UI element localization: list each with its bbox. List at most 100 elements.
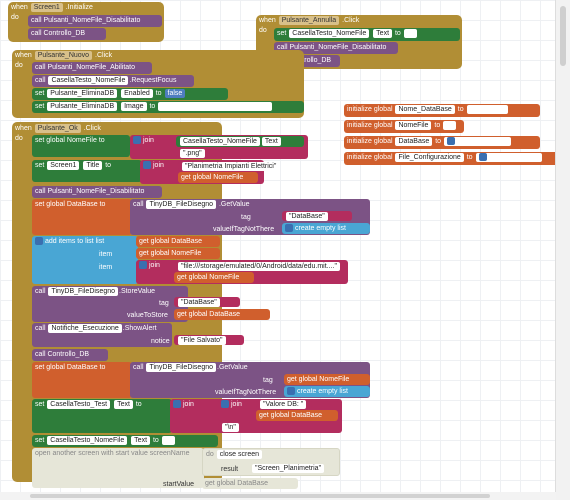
set-casellatesto-nomefile-block[interactable]: set CasellaTesto_NomeFile Text to " "	[32, 435, 218, 447]
global-init-nome-database[interactable]: initialize global Nome_DataBase to "Data…	[344, 104, 540, 117]
text-value[interactable]: ".png"	[176, 148, 216, 158]
text-value[interactable]: " "	[443, 121, 457, 130]
property-dropdown[interactable]: Image	[121, 102, 147, 111]
horizontal-scrollbar[interactable]	[0, 492, 556, 500]
call-block[interactable]: call Pulsanti_NomeFile_Disabilitato	[32, 186, 162, 198]
when-label: when	[15, 125, 32, 132]
method-name: .RequestFocus	[129, 77, 177, 84]
boolean-value[interactable]: false	[164, 89, 186, 98]
global-init-file-configurazione[interactable]: initialize global File_Configurazione to…	[344, 152, 558, 165]
component-dropdown[interactable]: Pulsante_EliminaDB	[47, 89, 118, 98]
gear-icon[interactable]	[139, 261, 147, 270]
text-value[interactable]: "File Salvato"	[174, 335, 244, 345]
get-global-nomefile[interactable]: get global NomeFile	[178, 172, 258, 183]
set-image-block[interactable]: set Pulsante_EliminaDB Image to "button_…	[32, 101, 304, 113]
call-block[interactable]: call Pulsanti_NomeFile_Abilitato	[32, 62, 152, 74]
component-dropdown[interactable]: CasellaTesto_NomeFile	[48, 76, 129, 85]
component-dropdown[interactable]: CasellaTesto_NomeFile	[289, 29, 370, 38]
component-dropdown[interactable]: Pulsante_Nuovo	[34, 51, 93, 60]
property-dropdown[interactable]: Enabled	[121, 89, 153, 98]
file-path-value[interactable]: "file:///storage/emulated/0/Android/data…	[174, 261, 346, 271]
get-global-database[interactable]: get global DataBase	[202, 478, 298, 489]
gear-icon[interactable]	[287, 387, 295, 396]
set-screen-title-block[interactable]: set Screen1 Title to	[32, 160, 142, 182]
event-name: .Click	[95, 52, 113, 59]
component-dropdown[interactable]: Screen1	[30, 3, 63, 12]
create-empty-list[interactable]: create empty list	[475, 153, 543, 162]
gear-icon[interactable]	[133, 136, 141, 145]
gear-icon[interactable]	[446, 137, 455, 146]
get-global-nomefile[interactable]: get global NomeFile	[174, 272, 254, 283]
variable-name[interactable]: DataBase	[395, 137, 433, 146]
tag-label: tag	[263, 377, 273, 384]
item-label: item	[99, 264, 113, 271]
get-global-database[interactable]: get global DataBase	[256, 410, 338, 421]
close-screen[interactable]: close screen	[216, 450, 263, 459]
create-empty-list[interactable]: create empty list	[443, 137, 511, 146]
variable-name[interactable]: NomeFile	[395, 121, 432, 130]
component-getter[interactable]: CasellaTesto_NomeFile Text	[176, 136, 304, 147]
gear-icon[interactable]	[221, 400, 229, 409]
when-label: when	[259, 17, 276, 24]
component-dropdown[interactable]: Pulsante_Annulla	[278, 16, 340, 25]
property-dropdown[interactable]: Text	[373, 29, 393, 38]
text-value[interactable]: " "	[161, 436, 175, 445]
event-name: .Click	[342, 17, 360, 24]
variable-name[interactable]: File_Configurazione	[395, 153, 464, 162]
text-value[interactable]: " "	[403, 29, 417, 38]
result-label: result	[221, 466, 239, 473]
when-label: when	[15, 52, 32, 59]
text-value[interactable]: "button_elimina-database(off).png"	[158, 102, 272, 111]
call-block[interactable]: call Controllo_DB	[32, 349, 108, 361]
scrollbar-thumb[interactable]	[30, 494, 490, 498]
get-global-nomefile[interactable]: get global NomeFile	[284, 374, 370, 385]
text-value[interactable]: "\n"	[218, 422, 252, 432]
set-global-database-block[interactable]: set global DataBase to	[32, 362, 132, 398]
set-text-block[interactable]: set CasellaTesto_NomeFile Text to " "	[274, 28, 460, 41]
item-label: item	[99, 251, 113, 258]
procedure-name: Pulsanti_NomeFile_Abilitato	[47, 64, 135, 71]
create-empty-list[interactable]: create empty list	[282, 223, 370, 234]
component-dropdown[interactable]: Pulsante_Ok	[34, 124, 81, 133]
add-items-to-list-block[interactable]: add items to list list	[32, 236, 138, 284]
start-value-label: startValue	[163, 481, 194, 488]
gear-icon[interactable]	[285, 224, 293, 233]
component-dropdown[interactable]: Pulsante_EliminaDB	[47, 102, 118, 111]
do-label: do	[15, 135, 23, 142]
text-value[interactable]: "DataBase"	[466, 105, 509, 114]
notice-label: notice	[151, 338, 170, 345]
variable-name[interactable]: Nome_DataBase	[395, 105, 455, 114]
gear-icon[interactable]	[35, 237, 43, 246]
set-casellatesto-test-block[interactable]: set CasellaTesto_Test Text to	[32, 399, 172, 433]
call-requestfocus-block[interactable]: call CasellaTesto_NomeFile .RequestFocus	[32, 75, 194, 87]
event-name: .Initialize	[65, 4, 93, 11]
create-empty-list[interactable]: create empty list	[284, 386, 370, 397]
text-value[interactable]: "Valore DB: "	[256, 399, 312, 409]
get-global-nomefile[interactable]: get global NomeFile	[136, 248, 220, 259]
gear-icon[interactable]	[478, 153, 487, 162]
set-global-database-block[interactable]: set global DataBase to	[32, 199, 132, 235]
text-value[interactable]: "DataBase"	[282, 211, 352, 221]
do-label: do	[11, 14, 19, 21]
global-init-nomefile[interactable]: initialize global NomeFile to " "	[344, 120, 464, 133]
get-global-database[interactable]: get global DataBase	[136, 236, 220, 247]
global-init-database[interactable]: initialize global DataBase to create emp…	[344, 136, 540, 149]
gear-icon[interactable]	[173, 400, 181, 409]
gear-icon[interactable]	[143, 161, 151, 170]
event-name: .Click	[83, 125, 101, 132]
scrollbar-thumb[interactable]	[560, 6, 566, 66]
text-value[interactable]: "Planimetria Impianti Elettrici"	[178, 161, 280, 171]
when-label: when	[11, 4, 28, 11]
value-if-tag-not-there-label: valueIfTagNotThere	[213, 226, 275, 233]
procedure-name: Pulsanti_NomeFile_Disabilitato	[43, 17, 141, 24]
call-block[interactable]: call Pulsanti_NomeFile_Disabilitato	[28, 15, 162, 27]
vertical-scrollbar[interactable]	[555, 0, 570, 500]
text-value[interactable]: "Screen_Planimetria"	[248, 463, 332, 474]
set-enabled-block[interactable]: set Pulsante_EliminaDB Enabled to false	[32, 88, 228, 100]
text-value[interactable]: "DataBase"	[174, 297, 240, 307]
get-global-database[interactable]: get global DataBase	[174, 309, 270, 320]
call-block[interactable]: call Controllo_DB	[28, 28, 106, 40]
value-if-tag-not-there-label: valueIfTagNotThere	[215, 389, 277, 396]
procedure-name: Controllo_DB	[43, 30, 86, 37]
set-global-nomefile-block[interactable]: set global NomeFile to	[32, 135, 130, 157]
